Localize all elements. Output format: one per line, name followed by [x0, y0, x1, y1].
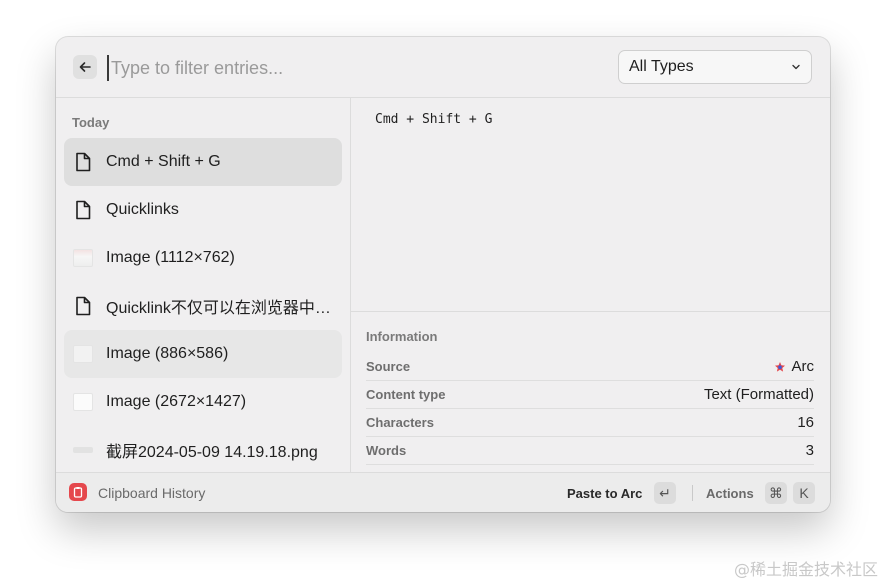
info-row-characters: Characters 16 [366, 409, 814, 437]
list-item[interactable]: Image (1112×762) [64, 234, 342, 282]
information-title: Information [366, 329, 438, 344]
list-item-label: Image (1112×762) [106, 249, 235, 266]
back-button[interactable] [73, 55, 97, 79]
clipboard-icon [69, 483, 87, 501]
list-item-label: Image (2672×1427) [106, 393, 247, 410]
search-input[interactable] [107, 55, 511, 81]
image-thumbnail-icon [72, 343, 94, 365]
info-row-source: Source Arc [366, 353, 814, 381]
info-value: 3 [805, 442, 814, 459]
info-value: Text (Formatted) [703, 386, 814, 403]
info-key: Content type [366, 387, 446, 402]
type-filter-dropdown[interactable]: All Types [618, 50, 812, 84]
info-row-content-type: Content type Text (Formatted) [366, 381, 814, 409]
list-item-label: Quicklink不仅可以在浏览器中… [106, 300, 331, 317]
arrow-left-icon [79, 62, 91, 72]
info-value: Arc [774, 358, 815, 375]
preview-text: Cmd + Shift + G [375, 112, 493, 127]
info-key: Words [366, 443, 407, 458]
list-item[interactable]: Quicklink不仅可以在浏览器中… [64, 282, 342, 330]
document-icon [72, 199, 94, 221]
list-item-label: Image (886×586) [106, 345, 229, 362]
info-value-text: Arc [791, 358, 815, 375]
list-item-label: Cmd + Shift + G [106, 153, 221, 170]
k-key-icon: K [793, 482, 815, 504]
document-icon [72, 151, 94, 173]
preview-pane: Cmd + Shift + G [351, 98, 830, 311]
list-item[interactable]: Image (886×586) [64, 330, 342, 378]
return-key-icon: ↵ [654, 482, 676, 504]
arc-icon [774, 361, 785, 372]
image-thumbnail-icon [72, 391, 94, 413]
info-value: 16 [797, 414, 814, 431]
information-panel: Information Source Arc Content type Text… [351, 311, 830, 473]
paste-action-button[interactable]: Paste to Arc [567, 486, 642, 501]
list-item[interactable]: 截屏2024-05-09 14.19.18.png [64, 426, 342, 472]
file-thumbnail-icon [72, 439, 94, 461]
list-item[interactable]: Image (2672×1427) [64, 378, 342, 426]
watermark: @稀土掘金技术社区 [733, 560, 878, 579]
search-bar: All Types [56, 37, 830, 98]
type-filter-value: All Types [629, 58, 694, 75]
actions-button[interactable]: Actions [706, 486, 754, 501]
action-bar: Clipboard History Paste to Arc ↵ Actions… [56, 472, 830, 512]
command-key-icon: ⌘ [765, 482, 787, 504]
command-title: Clipboard History [98, 485, 206, 501]
info-row-words: Words 3 [366, 437, 814, 465]
document-icon [72, 295, 94, 317]
divider [692, 485, 693, 501]
clipboard-history-window: All Types Today Cmd + Shift + G Quicklin… [56, 37, 830, 512]
list-item-label: 截屏2024-05-09 14.19.18.png [106, 444, 318, 461]
image-thumbnail-icon [72, 247, 94, 269]
info-key: Source [366, 359, 411, 374]
list-item[interactable]: Cmd + Shift + G [64, 138, 342, 186]
list-item[interactable]: Quicklinks [64, 186, 342, 234]
section-title-today: Today [72, 115, 110, 130]
clipboard-list: Today Cmd + Shift + G Quicklinks Image (… [56, 98, 351, 472]
info-key: Characters [366, 415, 434, 430]
chevron-down-icon [792, 64, 800, 70]
list-item-label: Quicklinks [106, 201, 179, 218]
